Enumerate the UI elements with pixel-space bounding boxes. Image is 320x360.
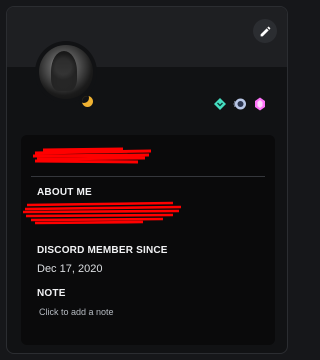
edit-profile-button[interactable] <box>253 19 277 43</box>
member-since-date: Dec 17, 2020 <box>37 263 103 275</box>
hypesquad-balance-badge-icon[interactable] <box>213 97 227 111</box>
redacted-username <box>33 147 152 164</box>
pencil-icon <box>260 26 270 36</box>
about-me-title: ABOUT ME <box>37 187 92 198</box>
boost-badge-icon[interactable] <box>253 97 267 111</box>
user-profile-popout: ABOUT ME DISCORD MEMBER SINCE Dec 17, 20… <box>6 6 288 354</box>
badge-list <box>213 97 267 111</box>
note-input[interactable]: Click to add a note <box>39 307 114 317</box>
profile-body: ABOUT ME DISCORD MEMBER SINCE Dec 17, 20… <box>21 135 275 345</box>
divider <box>31 176 265 177</box>
avatar <box>39 45 93 99</box>
nitro-badge-icon[interactable] <box>233 97 247 111</box>
member-since-title: DISCORD MEMBER SINCE <box>37 245 168 256</box>
note-title: NOTE <box>37 288 66 299</box>
status-indicator <box>79 93 95 109</box>
moon-icon <box>81 95 93 107</box>
redacted-about-me <box>23 201 182 225</box>
